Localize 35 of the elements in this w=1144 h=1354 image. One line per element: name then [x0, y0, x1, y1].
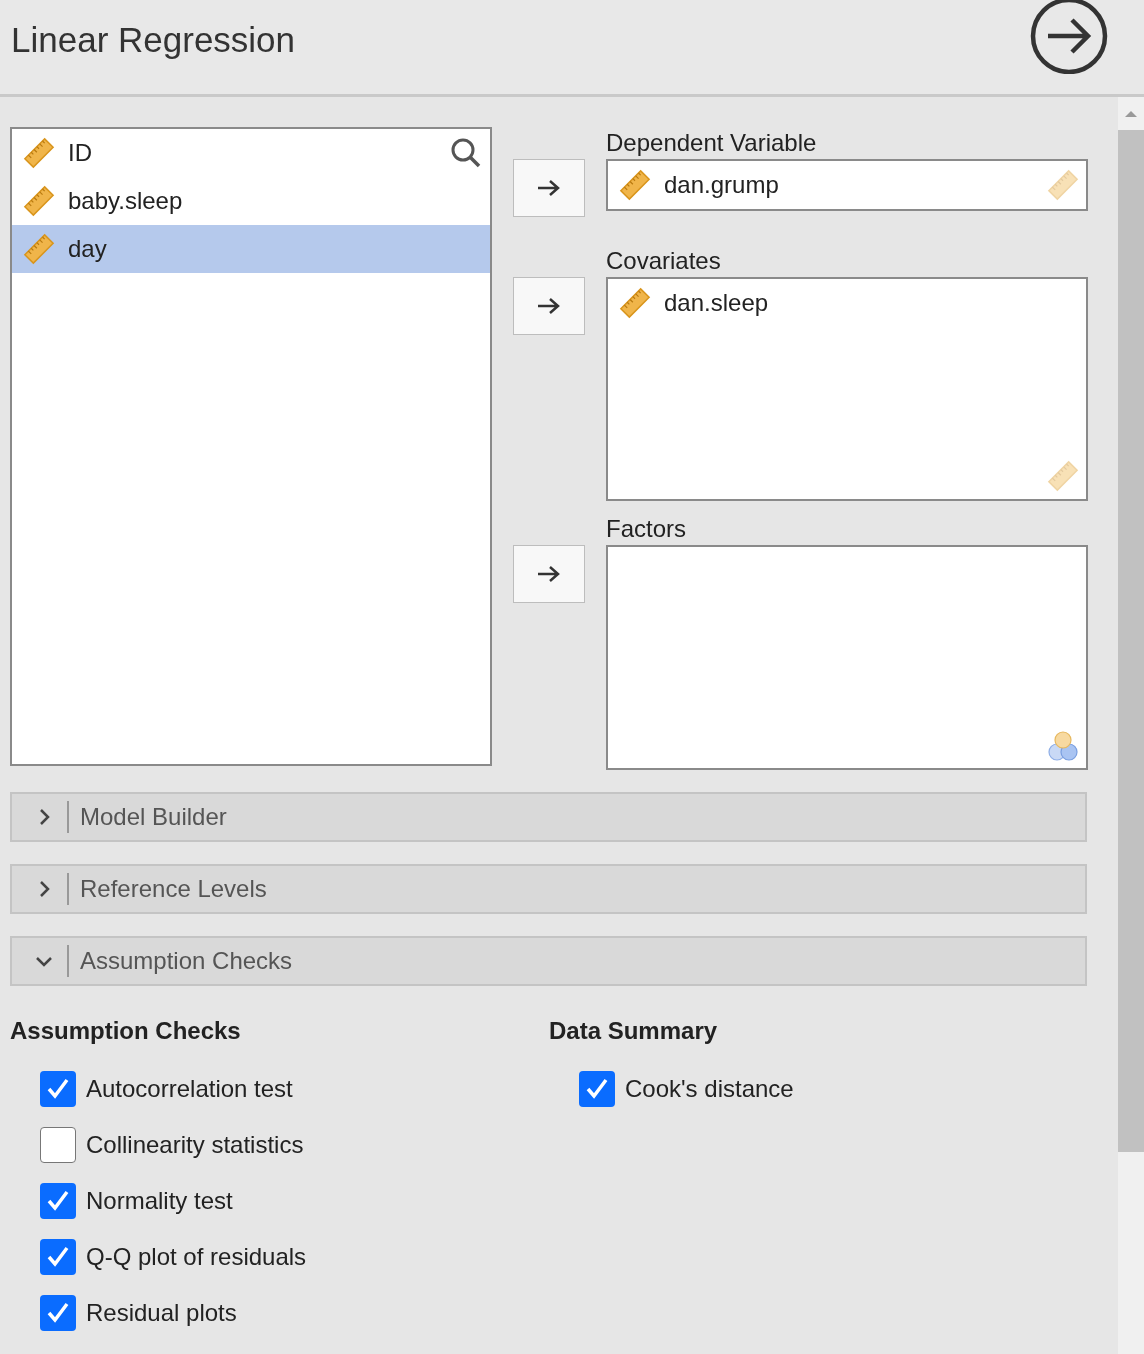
variable-item[interactable]: day	[12, 225, 490, 273]
search-icon[interactable]	[450, 137, 482, 169]
checkbox-option[interactable]: Collinearity statistics	[40, 1117, 549, 1173]
arrow-right-icon	[536, 296, 562, 316]
collapsible-section[interactable]: Assumption Checks	[10, 936, 1087, 986]
collapsible-section[interactable]: Model Builder	[10, 792, 1087, 842]
checkbox[interactable]	[40, 1127, 76, 1163]
checkbox[interactable]	[40, 1071, 76, 1107]
arrow-right-icon	[536, 178, 562, 198]
checkbox[interactable]	[579, 1071, 615, 1107]
checkbox-option[interactable]: Q-Q plot of residuals	[40, 1229, 549, 1285]
move-variable-button[interactable]	[513, 159, 585, 217]
variable-item[interactable]: dan.sleep	[608, 279, 1086, 327]
variable-item[interactable]: dan.grump	[608, 161, 1086, 209]
checkbox[interactable]	[40, 1183, 76, 1219]
checkbox[interactable]	[40, 1295, 76, 1331]
group-heading: Data Summary	[549, 1016, 719, 1046]
target-label: Covariates	[606, 246, 722, 276]
target-label: Dependent Variable	[606, 128, 818, 158]
checkbox-option[interactable]: Residual plots	[40, 1285, 549, 1341]
collapsible-section[interactable]: Reference Levels	[10, 864, 1087, 914]
run-arrow-icon[interactable]	[1028, 0, 1110, 74]
window-title: Linear Regression	[11, 19, 296, 61]
checkbox[interactable]	[40, 1239, 76, 1275]
nominal-variable-icon	[1046, 730, 1080, 762]
group-heading: Assumption Checks	[10, 1016, 242, 1046]
checkbox-option[interactable]: Autocorrelation test	[40, 1061, 549, 1117]
move-variable-button[interactable]	[513, 545, 585, 603]
checkbox-option[interactable]: Cook's distance	[579, 1061, 1088, 1117]
checkbox-option[interactable]: Normality test	[40, 1173, 549, 1229]
arrow-right-icon	[536, 564, 562, 584]
scroll-up-icon[interactable]	[1124, 109, 1138, 119]
scrollbar[interactable]	[1118, 97, 1144, 1354]
target-label: Factors	[606, 514, 687, 544]
move-variable-button[interactable]	[513, 277, 585, 335]
